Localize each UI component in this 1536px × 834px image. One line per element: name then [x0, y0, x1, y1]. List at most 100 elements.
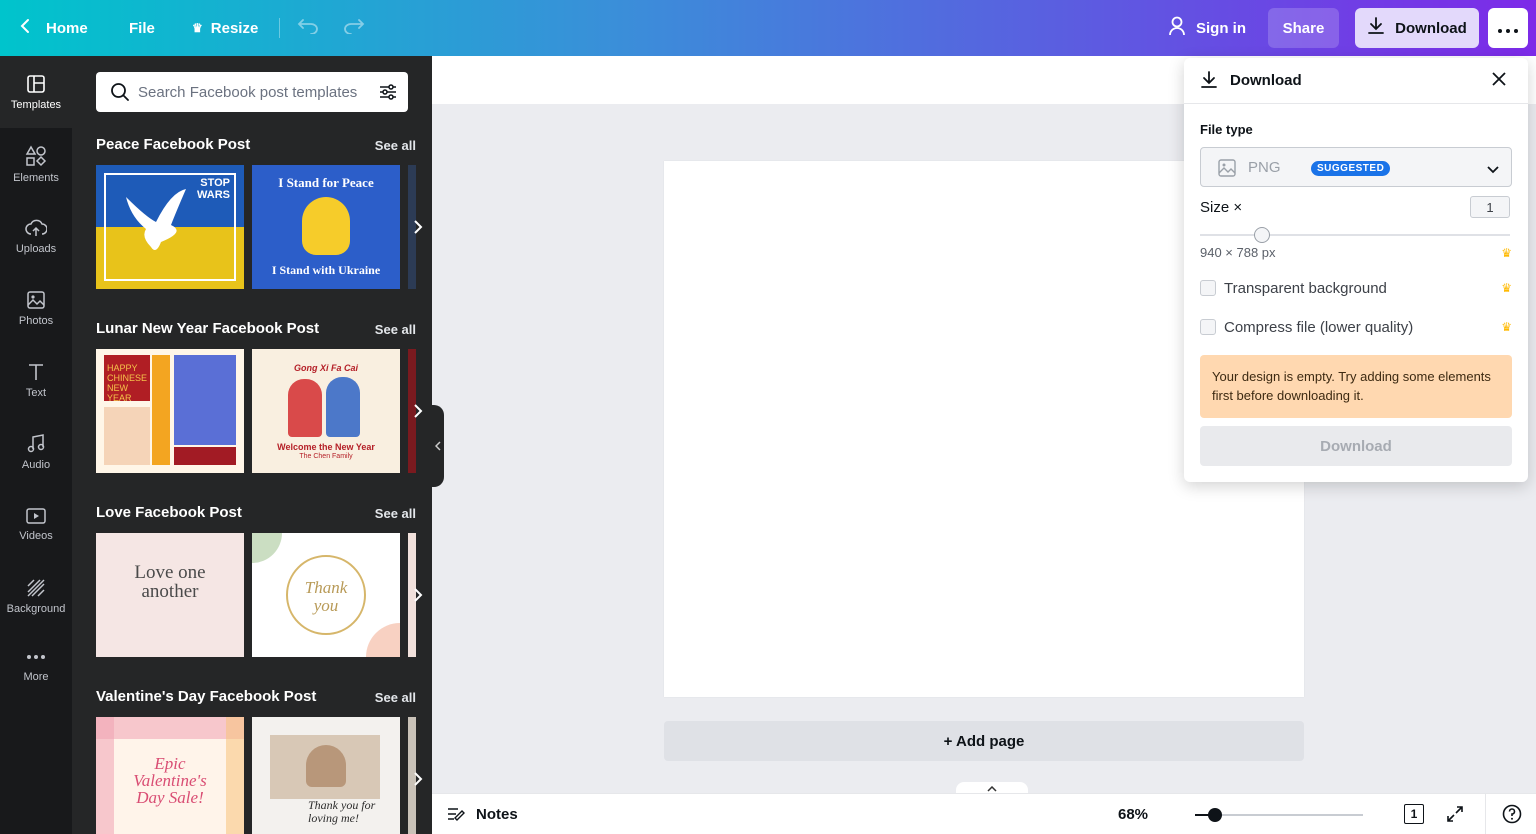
sign-in-label: Sign in: [1196, 19, 1246, 37]
close-icon: [1492, 72, 1506, 86]
undo-icon: [297, 18, 319, 38]
expand-icon: [1447, 806, 1463, 822]
chevron-left-icon: [20, 18, 30, 38]
download-submit-label: Download: [1320, 437, 1392, 455]
scroll-right-button[interactable]: [404, 717, 432, 834]
zoom-percentage[interactable]: 68%: [1118, 794, 1148, 834]
download-submit-button[interactable]: Download: [1200, 426, 1512, 466]
fullscreen-button[interactable]: [1446, 805, 1464, 828]
more-options-button[interactable]: [1488, 8, 1528, 48]
video-icon: [26, 507, 46, 524]
compress-checkbox[interactable]: [1200, 319, 1216, 335]
floral-decoration: [96, 717, 114, 834]
page-count: 1: [1410, 807, 1418, 821]
section-title: Lunar New Year Facebook Post: [96, 320, 320, 337]
see-all-link[interactable]: See all: [375, 138, 416, 153]
filter-icon[interactable]: [378, 82, 398, 102]
compress-label: Compress file (lower quality): [1224, 318, 1414, 336]
more-icon: [27, 654, 45, 659]
template-thumbnail[interactable]: HAPPY CHINESE NEW YEAR: [96, 349, 244, 473]
crown-icon: ♛: [1501, 246, 1512, 260]
see-all-link[interactable]: See all: [375, 322, 416, 337]
search-box[interactable]: Search Facebook post templates: [96, 72, 408, 112]
divider: [279, 18, 280, 38]
sidebar-item-label: Videos: [19, 529, 53, 542]
user-icon: [1168, 16, 1186, 40]
chevron-right-icon: [414, 404, 423, 418]
sidebar-item-label: More: [23, 670, 49, 683]
download-panel: Download File type PNG SUGGESTED Size × …: [1184, 58, 1528, 482]
template-thumbnail[interactable]: Thank you for loving me!: [252, 717, 400, 834]
sidebar-item-label: Photos: [18, 314, 54, 327]
sidebar-item-elements[interactable]: Elements: [0, 128, 72, 200]
sidebar-item-more[interactable]: More: [0, 632, 72, 704]
scroll-right-button[interactable]: [404, 533, 432, 657]
section-title: Peace Facebook Post: [96, 136, 251, 153]
redo-button[interactable]: [343, 0, 365, 56]
page-count-button[interactable]: 1: [1404, 804, 1424, 824]
template-thumbnail[interactable]: I Stand for Peace I Stand with Ukraine: [252, 165, 400, 289]
template-thumbnail[interactable]: Gong Xi Fa Cai Welcome the New Year The …: [252, 349, 400, 473]
add-page-button[interactable]: + Add page: [664, 721, 1304, 761]
sidebar-item-videos[interactable]: Videos: [0, 488, 72, 560]
template-thumbnail[interactable]: Thank you: [252, 533, 400, 657]
sidebar-item-text[interactable]: Text: [0, 344, 72, 416]
zoom-slider-thumb[interactable]: [1208, 808, 1222, 822]
share-label: Share: [1282, 19, 1325, 37]
crown-icon: ♛: [192, 21, 203, 35]
couple-illustration: [306, 745, 346, 787]
sidebar-item-photos[interactable]: Photos: [0, 272, 72, 344]
footer-bar: Notes 68% 1: [432, 793, 1536, 834]
download-icon: [1200, 71, 1218, 94]
top-bar: Home File ♛ Resize Sign in Share Downloa…: [0, 0, 1536, 56]
sign-in-button[interactable]: Sign in: [1168, 0, 1246, 56]
sidebar-item-audio[interactable]: Audio: [0, 416, 72, 488]
file-type-select[interactable]: PNG SUGGESTED: [1200, 147, 1512, 187]
template-text: The Chen Family: [299, 453, 353, 460]
sidebar-item-uploads[interactable]: Uploads: [0, 200, 72, 272]
size-slider-thumb[interactable]: [1254, 227, 1270, 243]
home-button[interactable]: Home: [20, 0, 88, 56]
sidebar-item-templates[interactable]: Templates: [0, 56, 72, 128]
resize-button[interactable]: ♛ Resize: [192, 0, 258, 56]
resize-label: Resize: [210, 19, 259, 37]
person-illustration: [288, 379, 322, 437]
compress-file-option[interactable]: Compress file (lower quality) ♛: [1200, 317, 1512, 337]
scroll-right-button[interactable]: [404, 349, 432, 473]
see-all-link[interactable]: See all: [375, 690, 416, 705]
size-slider[interactable]: [1200, 234, 1510, 236]
undo-button[interactable]: [297, 0, 319, 56]
template-thumbnail[interactable]: STOP WARS: [96, 165, 244, 289]
photo-icon: [27, 290, 45, 309]
floral-decoration: [226, 717, 244, 834]
transparent-background-option[interactable]: Transparent background ♛: [1200, 278, 1512, 298]
scroll-right-button[interactable]: [404, 165, 432, 289]
search-input[interactable]: Search Facebook post templates: [138, 84, 378, 101]
notes-label: Notes: [476, 805, 518, 823]
template-text: Welcome the New Year: [277, 442, 375, 452]
size-input[interactable]: 1: [1470, 196, 1510, 218]
globe-illustration: [302, 197, 350, 255]
background-icon: [27, 578, 45, 597]
ellipsis-icon: [1498, 20, 1518, 37]
template-thumbnail[interactable]: Love one another: [96, 533, 244, 657]
suggested-badge: SUGGESTED: [1311, 161, 1391, 176]
elements-icon: [25, 144, 47, 166]
see-all-link[interactable]: See all: [375, 506, 416, 521]
template-text: I Stand for Peace: [278, 175, 374, 190]
file-menu-button[interactable]: File: [129, 0, 155, 56]
notes-icon: [448, 808, 465, 821]
help-button[interactable]: [1502, 804, 1522, 829]
download-button[interactable]: Download: [1355, 8, 1479, 48]
collapse-panel-button[interactable]: [432, 405, 444, 487]
template-thumbnail[interactable]: Epic Valentine's Day Sale!: [96, 717, 244, 834]
transparent-checkbox[interactable]: [1200, 280, 1216, 296]
sidebar-item-label: Templates: [10, 98, 62, 111]
close-button[interactable]: [1492, 72, 1506, 91]
sidebar-item-background[interactable]: Background: [0, 560, 72, 632]
redo-icon: [343, 18, 365, 38]
notes-button[interactable]: Notes: [446, 794, 518, 834]
share-button[interactable]: Share: [1268, 8, 1339, 48]
section-title: Valentine's Day Facebook Post: [96, 688, 317, 705]
chevron-up-icon: [987, 786, 997, 792]
